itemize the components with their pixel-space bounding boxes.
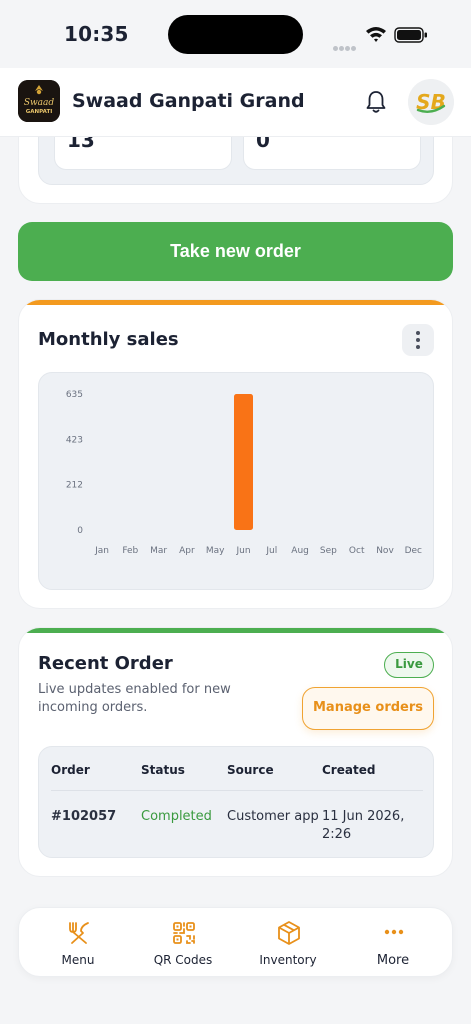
restaurant-name: Swaad Ganpati Grand — [72, 90, 305, 112]
column-header-order: Order — [51, 763, 90, 777]
order-created-cell: 11 Jun 2026, 2:26 — [322, 809, 405, 842]
logo-text: Swaad — [24, 98, 55, 108]
chart-panel: 635 423 212 0 Jan Feb Mar Apr May Jun Jul Aug Sep Oct… — [38, 372, 434, 590]
restaurant-logo[interactable]: Swaad GANPATI — [18, 80, 60, 122]
y-tick-label: 0 — [77, 526, 83, 536]
x-tick-label: Nov — [376, 546, 394, 556]
recent-order-card: Recent Order Live Live updates enabled f… — [18, 627, 453, 877]
nav-item-more[interactable]: More — [339, 908, 447, 978]
nav-item-menu[interactable]: Menu — [24, 908, 132, 978]
column-header-source: Source — [227, 763, 274, 777]
logo-text: GANPATI — [26, 109, 53, 115]
nav-label: Menu — [61, 953, 95, 967]
more-options-button[interactable] — [402, 324, 434, 356]
monthly-sales-title: Monthly sales — [38, 329, 179, 350]
card-accent-bar — [19, 628, 452, 633]
battery-icon — [394, 27, 427, 43]
live-status-badge: Live — [384, 652, 434, 678]
take-new-order-button[interactable]: Take new order — [18, 222, 453, 281]
monthly-sales-card: Monthly sales 635 423 212 0 Jan Feb Mar Apr May J… — [18, 299, 453, 609]
y-tick-label: 212 — [66, 481, 83, 491]
cellular-signal-icon — [333, 36, 359, 51]
profile-avatar[interactable]: SB — [408, 79, 454, 125]
qr-code-icon — [173, 922, 195, 944]
row-divider — [51, 790, 423, 791]
utensils-icon — [69, 922, 89, 944]
monthly-sales-chart: 635 423 212 0 Jan Feb Mar Apr May Jun Jul Aug Sep Oct… — [66, 390, 422, 556]
x-tick-label: Jan — [94, 546, 109, 556]
app-header: Swaad GANPATI Swaad Ganpati Grand SB — [0, 68, 471, 136]
status-bar: 10:35 — [0, 0, 471, 68]
recent-order-subtitle: Live updates enabled for new incoming or… — [38, 682, 231, 715]
x-tick-label: Feb — [122, 546, 138, 556]
order-status-cell: Completed — [141, 809, 212, 824]
dynamic-island — [168, 15, 303, 54]
wifi-icon — [366, 27, 386, 42]
more-dots-icon — [384, 929, 404, 935]
x-tick-label: Aug — [291, 546, 309, 556]
nav-item-inventory[interactable]: Inventory — [234, 908, 342, 978]
bar-jun[interactable] — [234, 394, 253, 530]
manage-orders-button[interactable]: Manage orders — [302, 687, 434, 730]
box-icon — [278, 921, 300, 945]
x-tick-label: Jul — [265, 546, 277, 556]
x-tick-label: Sep — [320, 546, 337, 556]
x-tick-label: Oct — [349, 546, 365, 556]
x-tick-label: May — [206, 546, 225, 556]
x-tick-label: Apr — [179, 546, 195, 556]
notification-bell-icon[interactable] — [362, 88, 390, 116]
nav-label: More — [376, 953, 410, 968]
x-tick-label: Mar — [150, 546, 167, 556]
x-tick-label: Dec — [405, 546, 422, 556]
order-id-cell: #102057 — [51, 809, 117, 824]
recent-order-title: Recent Order — [38, 653, 173, 674]
order-source-cell: Customer app — [227, 809, 319, 824]
bottom-nav: Menu QR Codes Inventory More — [18, 907, 453, 977]
nav-item-qr-codes[interactable]: QR Codes — [129, 908, 237, 978]
y-tick-label: 423 — [66, 435, 83, 445]
status-time: 10:35 — [64, 22, 129, 46]
orders-table: Order Status Source Created #102057 Comp… — [38, 746, 434, 858]
nav-label: Inventory — [259, 953, 317, 967]
column-header-created: Created — [322, 763, 376, 777]
y-tick-label: 635 — [66, 390, 83, 400]
nav-label: QR Codes — [153, 953, 213, 967]
column-header-status: Status — [141, 763, 185, 777]
card-accent-bar — [19, 300, 452, 305]
x-tick-label: Jun — [235, 546, 250, 556]
